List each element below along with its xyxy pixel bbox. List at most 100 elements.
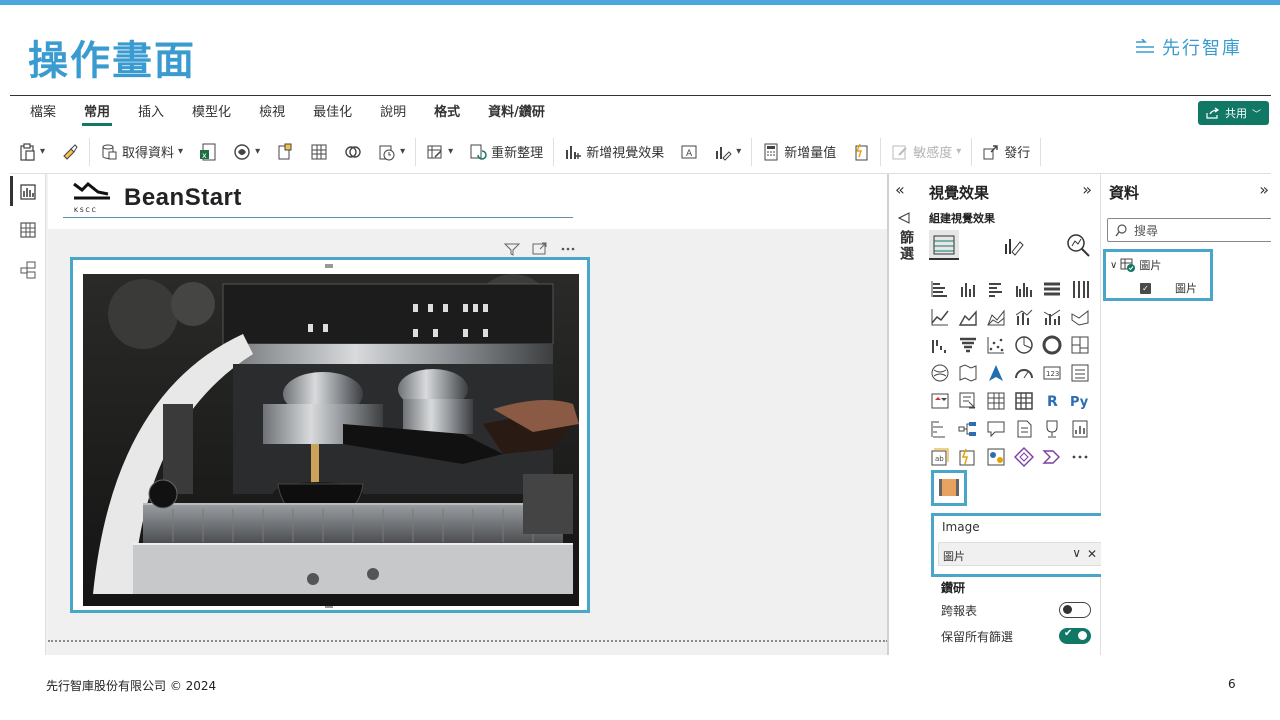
focus-mode-icon[interactable]	[531, 241, 549, 255]
collapse-pane-icon[interactable]: »	[1082, 180, 1092, 199]
viz-type-line-icon[interactable]	[929, 306, 951, 328]
tab-format[interactable]: 格式	[420, 96, 474, 130]
tab-data-drill[interactable]: 資料/鑽研	[474, 96, 559, 130]
viz-type-python-visual-icon[interactable]: Py	[1069, 390, 1091, 412]
cross-report-toggle[interactable]	[1059, 602, 1091, 618]
viz-type-card-icon[interactable]: 123	[1041, 362, 1063, 384]
image-visual[interactable]	[70, 257, 590, 613]
resize-handle[interactable]	[325, 264, 333, 268]
new-measure-button[interactable]: 新增量值	[754, 137, 844, 167]
viz-type-chevron-icon[interactable]	[1041, 446, 1063, 468]
filters-pane-collapsed[interactable]: « 篩選	[889, 174, 919, 655]
tab-help[interactable]: 說明	[366, 96, 420, 130]
viz-type-power-automate-icon[interactable]	[957, 446, 979, 468]
viz-type-filled-map-icon[interactable]	[957, 362, 979, 384]
viz-type-donut-icon[interactable]	[1041, 334, 1063, 356]
viz-type-gauge-icon[interactable]	[1013, 362, 1035, 384]
get-data-button[interactable]: 取得資料 ▾	[92, 137, 191, 167]
collapse-data-pane-icon[interactable]: »	[1259, 180, 1269, 199]
viz-type-pie-icon[interactable]	[1013, 334, 1035, 356]
more-options-icon[interactable]	[559, 241, 577, 255]
recent-button[interactable]: ▾	[370, 137, 413, 167]
filter-icon[interactable]	[503, 241, 521, 256]
paste-button[interactable]: ▾	[10, 137, 53, 167]
model-view-button[interactable]	[18, 260, 38, 280]
viz-type-stacked-area-icon[interactable]	[985, 306, 1007, 328]
tab-view[interactable]: 檢視	[245, 96, 299, 130]
viz-type-100-column-icon[interactable]	[1069, 278, 1091, 300]
viz-type-treemap-icon[interactable]	[1069, 334, 1091, 356]
viz-type-ribbon-icon[interactable]	[1069, 306, 1091, 328]
dataverse-button[interactable]: ▾	[225, 137, 268, 167]
report-canvas: K S C C BeanStart	[48, 174, 888, 655]
image-well-field[interactable]: 圖片 ∨ ✕	[938, 542, 1102, 566]
viz-type-stacked-bar-icon[interactable]	[929, 278, 951, 300]
image-well-value: 圖片	[943, 550, 965, 563]
field-node[interactable]: ✓ 圖片	[1140, 280, 1197, 296]
viz-type-stacked-column-icon[interactable]	[957, 278, 979, 300]
viz-type-diamond-icon[interactable]	[1013, 446, 1035, 468]
viz-type-waterfall-icon[interactable]	[929, 334, 951, 356]
enter-data-button[interactable]	[302, 137, 336, 167]
sensitivity-button[interactable]: 敏感度 ▾	[883, 137, 969, 167]
viz-type-power-apps-icon[interactable]: ab	[929, 446, 951, 468]
viz-type-100-bar-icon[interactable]	[1041, 278, 1063, 300]
tab-optimize[interactable]: 最佳化	[299, 96, 366, 130]
text-box-button[interactable]: A	[672, 137, 706, 167]
excel-button[interactable]: x	[191, 137, 225, 167]
viz-type-paginated-icon[interactable]	[1041, 418, 1063, 440]
refresh-button[interactable]: 重新整理	[461, 137, 551, 167]
new-visual-button[interactable]: 新增視覺效果	[556, 137, 672, 167]
format-visual-tab[interactable]	[997, 230, 1027, 260]
publish-button[interactable]: 發行	[974, 137, 1038, 167]
image-visual-type-selected[interactable]	[931, 470, 967, 506]
data-search-input[interactable]: 搜尋	[1107, 218, 1271, 242]
viz-type-area-icon[interactable]	[957, 306, 979, 328]
viz-type-line-clustered-icon[interactable]	[1041, 306, 1063, 328]
chevron-down-icon[interactable]: ∨	[1072, 546, 1081, 560]
viz-type-decomposition-tree-icon[interactable]	[957, 418, 979, 440]
format-painter-button[interactable]	[53, 137, 87, 167]
viz-type-scatter-icon[interactable]	[985, 334, 1007, 356]
chevron-down-icon: ∨	[1110, 259, 1118, 271]
viz-type-r-visual-icon[interactable]: R	[1041, 390, 1063, 412]
keep-filters-toggle[interactable]: ✔	[1059, 628, 1091, 644]
build-visual-tab[interactable]	[929, 230, 959, 260]
viz-type-matrix-icon[interactable]	[1013, 390, 1035, 412]
viz-type-multi-row-card-icon[interactable]	[1069, 362, 1091, 384]
quick-measure-button[interactable]	[844, 137, 878, 167]
viz-type-map-icon[interactable]	[929, 362, 951, 384]
viz-type-table-icon[interactable]	[985, 390, 1007, 412]
viz-type-funnel-icon[interactable]	[957, 334, 979, 356]
viz-type-clustered-bar-icon[interactable]	[985, 278, 1007, 300]
viz-type-scorecard-icon[interactable]	[1069, 418, 1091, 440]
tab-insert[interactable]: 插入	[124, 96, 178, 130]
tab-home[interactable]: 常用	[70, 96, 124, 130]
viz-type-slicer-icon[interactable]	[957, 390, 979, 412]
recent-sources-button[interactable]	[336, 137, 370, 167]
transform-data-button[interactable]: ▾	[418, 137, 461, 167]
expand-filters-icon[interactable]: «	[895, 180, 905, 199]
viz-type-line-column-icon[interactable]	[1013, 306, 1035, 328]
quick-measure-icon	[855, 143, 868, 160]
viz-type-kpi-icon[interactable]	[929, 390, 951, 412]
viz-type-smart-narrative-icon[interactable]	[1013, 418, 1035, 440]
analytics-tab[interactable]	[1063, 230, 1093, 260]
tab-modeling[interactable]: 模型化	[178, 96, 245, 130]
viz-type-arcgis-icon[interactable]	[985, 446, 1007, 468]
report-view-button[interactable]	[10, 176, 38, 206]
viz-type-clustered-column-icon[interactable]	[1013, 278, 1035, 300]
table-node[interactable]: ∨ 圖片	[1110, 257, 1161, 273]
viz-type-key-influencers-icon[interactable]	[929, 418, 951, 440]
share-button[interactable]: 共用 ﹀	[1197, 101, 1269, 125]
viz-type-more-icon[interactable]	[1069, 446, 1091, 468]
table-view-button[interactable]	[18, 220, 38, 240]
sql-button[interactable]	[268, 137, 302, 167]
viz-type-qa-icon[interactable]	[985, 418, 1007, 440]
field-checkbox[interactable]: ✓	[1140, 282, 1151, 294]
remove-field-icon[interactable]: ✕	[1087, 547, 1097, 561]
tab-file[interactable]: 檔案	[16, 96, 70, 130]
search-placeholder: 搜尋	[1134, 224, 1159, 238]
more-visuals-button[interactable]: ▾	[706, 137, 749, 167]
viz-type-azure-map-icon[interactable]	[985, 362, 1007, 384]
